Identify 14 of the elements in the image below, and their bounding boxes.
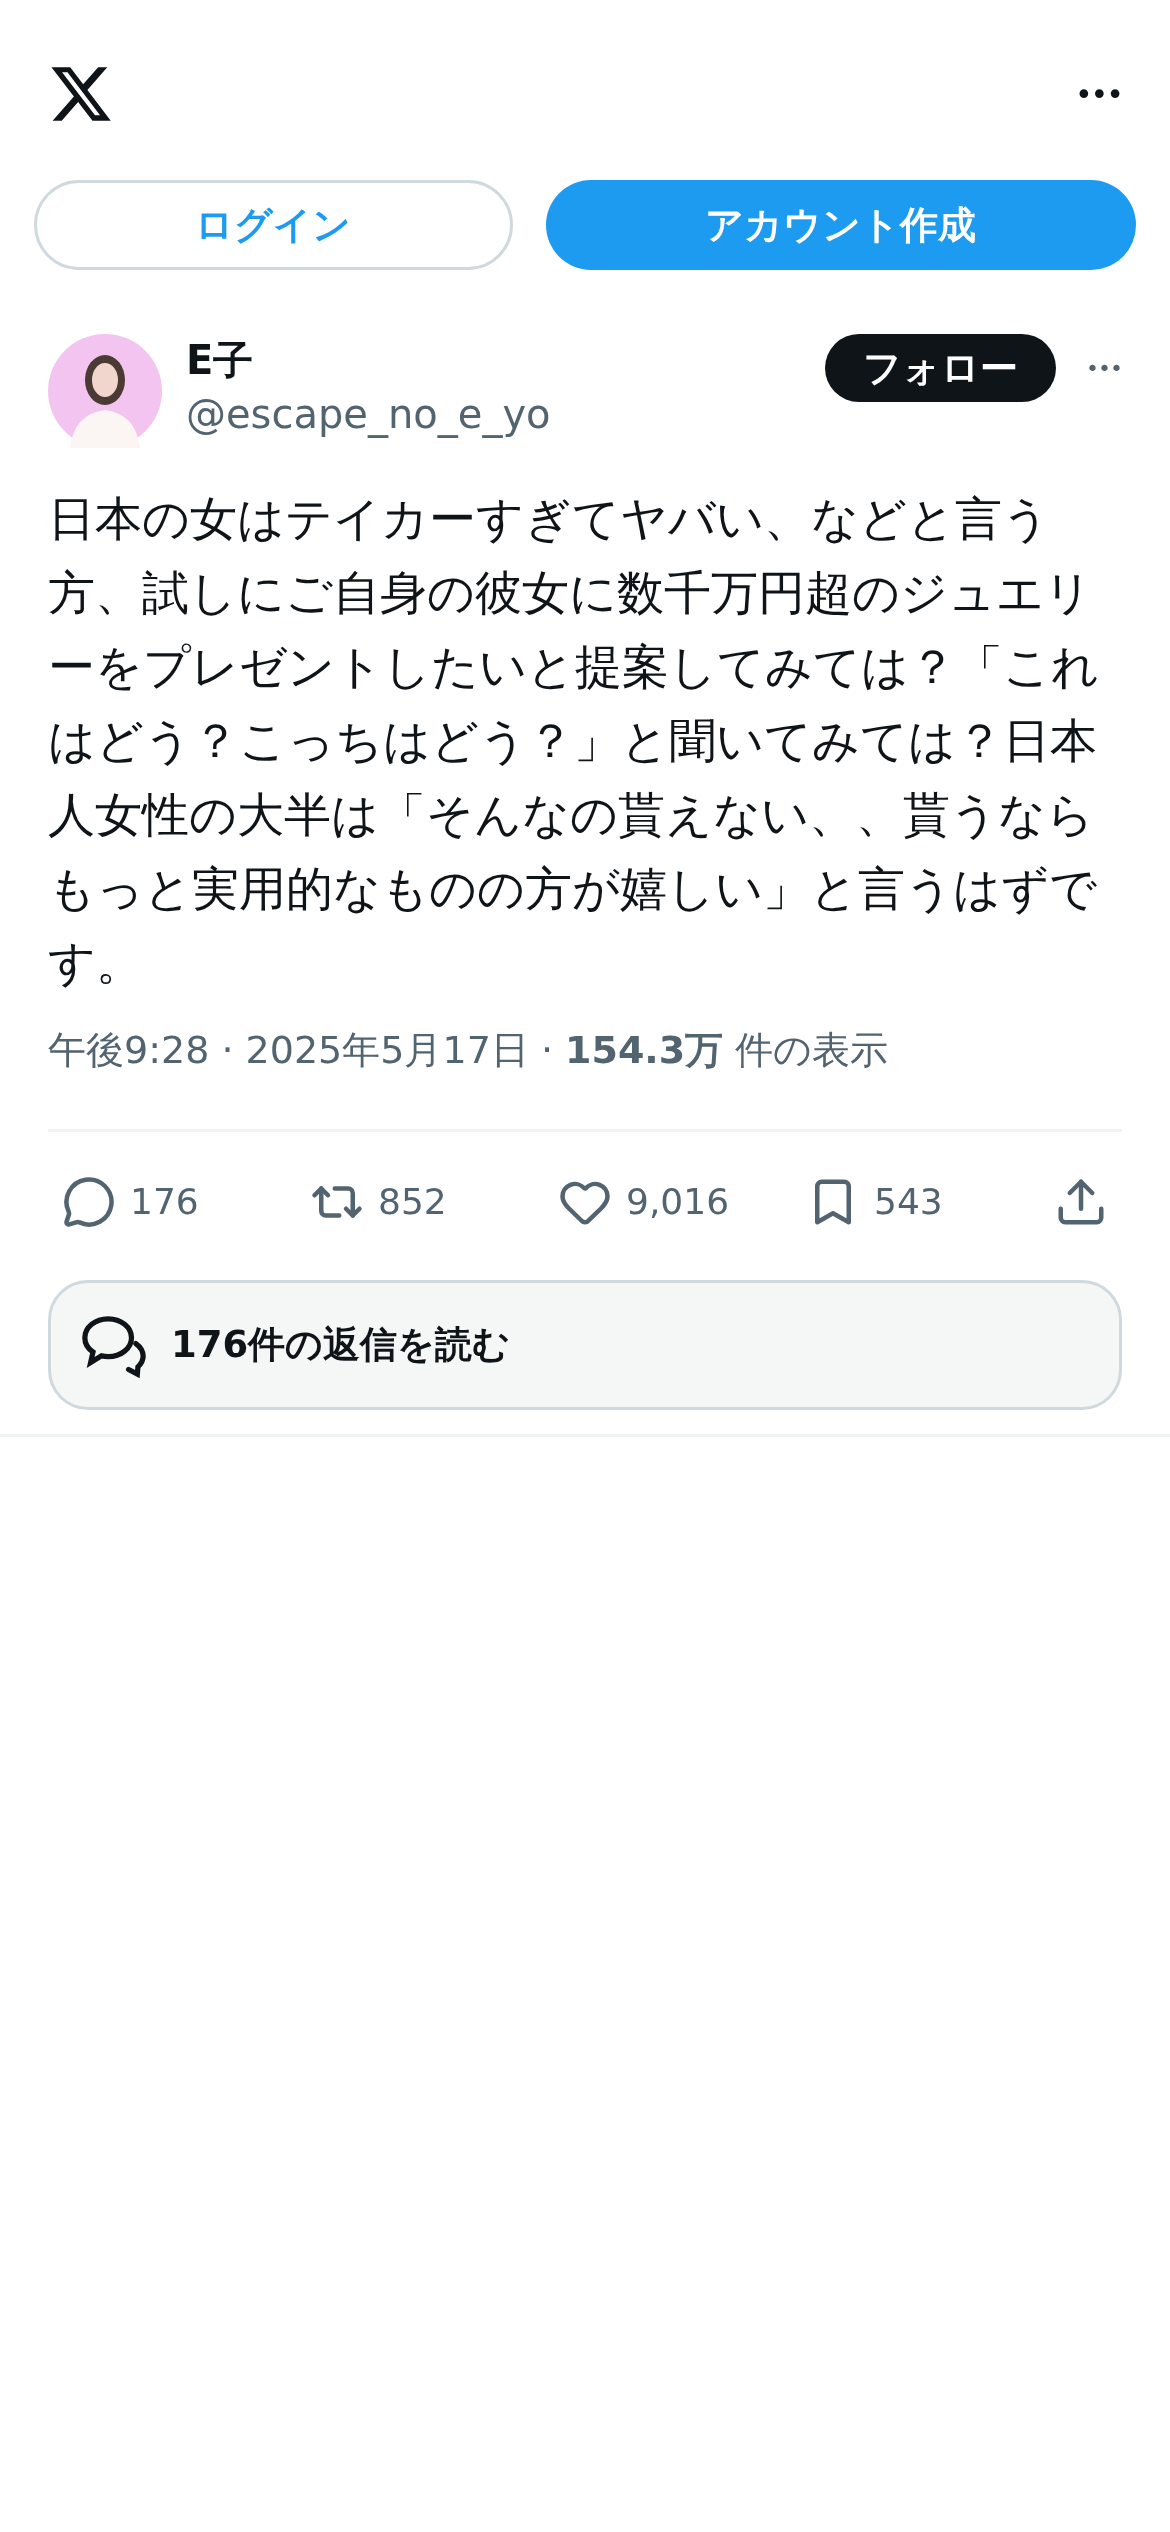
- repost-button[interactable]: 852: [310, 1175, 558, 1229]
- more-button[interactable]: •••: [1086, 351, 1122, 385]
- follow-button[interactable]: フォロー: [825, 334, 1057, 402]
- read-replies-button[interactable]: 176件の返信を読む: [48, 1280, 1122, 1410]
- avatar[interactable]: [48, 334, 162, 448]
- post-meta: 午後9:28 · 2025年5月17日 · 154.3万 件の表示: [48, 1027, 890, 1074]
- author-handle[interactable]: @escape_no_e_yo: [186, 386, 551, 442]
- author-name[interactable]: E子: [186, 334, 551, 386]
- more-button[interactable]: •••: [1074, 71, 1122, 117]
- like-button[interactable]: 9,016: [558, 1175, 806, 1229]
- reply-button[interactable]: 176: [62, 1175, 310, 1229]
- bookmark-button[interactable]: 543: [806, 1175, 1054, 1229]
- post-text: 日本の女はテイカーすぎてヤバい、などと言う方、試しにご自身の彼女に数千万円超のジュエリーをプレゼントしたいと提案してみては？「これはどう？こっちはどう？」と聞いてみては？日本人女性の大半は「そんなの貰えない、、貰うならもっと実用的なものの方が嬉しい」と言うはずです。: [48, 490, 1100, 992]
- reply-icon: [62, 1175, 116, 1229]
